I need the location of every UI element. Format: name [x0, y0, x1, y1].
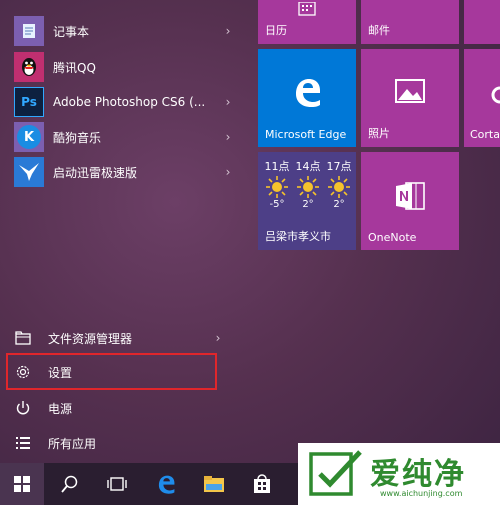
photos-icon: [395, 79, 425, 103]
cortana-tile[interactable]: Corta: [464, 49, 500, 147]
edge-taskbar-button[interactable]: [143, 463, 189, 505]
calendar-tile-label: 日历: [265, 24, 287, 37]
calendar-tile[interactable]: 日历: [258, 0, 356, 44]
windows-logo-icon: [14, 476, 30, 492]
weather-location: 吕梁市孝义市: [265, 230, 331, 243]
mail-tile-label: 邮件: [368, 24, 390, 37]
onenote-tile[interactable]: OneNote: [361, 152, 459, 250]
folder-icon: [12, 331, 34, 345]
settings-highlight-box: [6, 353, 217, 390]
edge-tile[interactable]: Microsoft Edge: [258, 49, 356, 147]
watermark-logo-icon: [309, 450, 362, 496]
file-explorer-item[interactable]: 文件资源管理器 ›: [10, 322, 225, 354]
task-view-icon: [107, 477, 127, 491]
app-qq[interactable]: 腾讯QQ: [10, 50, 235, 84]
calendar-icon: [298, 2, 316, 16]
weather-hour-2-temp: 2°: [302, 199, 314, 210]
chevron-right-icon[interactable]: ›: [221, 95, 235, 109]
kugou-icon-text: K: [23, 129, 35, 145]
weather-tile[interactable]: 11点 -5° 14点 2° 17点 2° 吕梁市孝义市: [258, 152, 356, 250]
partial-tile-top-right[interactable]: [464, 0, 500, 44]
app-xunlei[interactable]: 启动迅雷极速版 ›: [10, 155, 235, 189]
app-photoshop-label: Adobe Photoshop CS6 (...: [53, 95, 206, 109]
weather-hour-1: 11点 -5°: [262, 158, 292, 210]
search-icon: [61, 475, 78, 493]
chevron-right-icon[interactable]: ›: [221, 130, 235, 144]
weather-hour-2-time: 14点: [295, 160, 321, 173]
chevron-right-icon[interactable]: ›: [211, 331, 225, 345]
photos-tile-label: 照片: [368, 127, 390, 140]
onenote-icon: [396, 182, 425, 210]
chevron-right-icon[interactable]: ›: [221, 165, 235, 179]
app-notepad[interactable]: 记事本 ›: [10, 14, 235, 48]
search-button[interactable]: [47, 463, 93, 505]
edge-logo-icon: [296, 79, 320, 107]
watermark-url: www.aichunjing.com: [380, 489, 463, 498]
file-explorer-label: 文件资源管理器: [48, 331, 133, 346]
photos-tile[interactable]: 照片: [361, 49, 459, 147]
kugou-music-icon: K: [14, 122, 44, 152]
notepad-icon: [14, 16, 44, 46]
file-explorer-taskbar-button[interactable]: [191, 463, 237, 505]
watermark-brand: 爱纯净: [370, 457, 466, 492]
weather-hour-1-time: 11点: [264, 160, 290, 173]
watermark: 爱纯净 www.aichunjing.com: [298, 443, 500, 505]
app-xunlei-label: 启动迅雷极速版: [53, 165, 138, 180]
start-button[interactable]: [0, 463, 44, 505]
xunlei-bird-icon: [14, 157, 44, 187]
power-label: 电源: [48, 401, 73, 416]
weather-hour-3-time: 17点: [326, 160, 352, 173]
list-icon: [12, 436, 34, 450]
app-notepad-label: 记事本: [53, 24, 90, 39]
sun-icon: [328, 176, 350, 198]
app-kugou[interactable]: K 酷狗音乐 ›: [10, 120, 235, 154]
weather-hour-2: 14点 2°: [293, 158, 323, 210]
task-view-button[interactable]: [94, 463, 140, 505]
app-qq-label: 腾讯QQ: [53, 60, 96, 75]
power-item[interactable]: 电源: [10, 392, 225, 424]
power-icon: [12, 400, 34, 416]
edge-logo-icon: [158, 475, 175, 494]
chevron-right-icon[interactable]: ›: [221, 24, 235, 38]
photoshop-icon-text: Ps: [21, 95, 37, 109]
weather-hour-3: 17点 2°: [324, 158, 354, 210]
edge-tile-label: Microsoft Edge: [265, 128, 347, 141]
app-photoshop[interactable]: Ps Adobe Photoshop CS6 (... ›: [10, 85, 235, 119]
sun-icon: [297, 176, 319, 198]
qq-penguin-icon: [14, 52, 44, 82]
all-apps-item[interactable]: 所有应用: [10, 427, 225, 459]
weather-hour-1-temp: -5°: [269, 199, 285, 210]
store-bag-icon: [254, 474, 270, 493]
mail-tile[interactable]: 邮件: [361, 0, 459, 44]
weather-hour-3-temp: 2°: [333, 199, 345, 210]
all-apps-label: 所有应用: [48, 436, 97, 451]
cortana-icon: [491, 86, 500, 104]
folder-icon: [204, 476, 224, 492]
onenote-tile-label: OneNote: [368, 231, 417, 244]
sun-icon: [266, 176, 288, 198]
store-taskbar-button[interactable]: [239, 463, 285, 505]
photoshop-icon: Ps: [14, 87, 44, 117]
app-kugou-label: 酷狗音乐: [53, 130, 102, 145]
cortana-tile-label: Corta: [470, 128, 500, 141]
